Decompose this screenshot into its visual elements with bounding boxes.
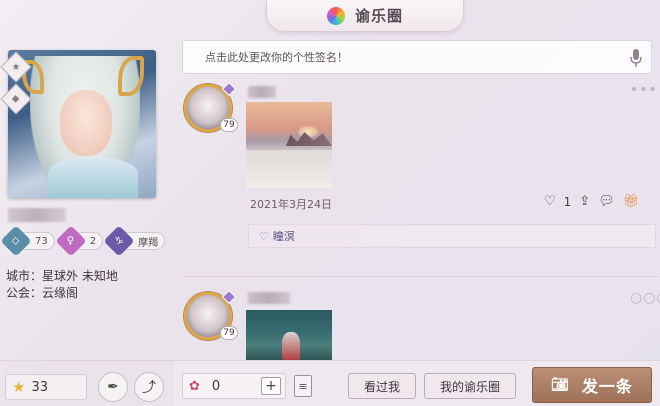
more-options-icon[interactable]: ○○○ — [630, 290, 660, 306]
flower-count: ✿ 0 + — [182, 373, 286, 399]
flower-count-value: 0 — [211, 378, 221, 394]
stat-badge-level[interactable]: ◇ 73 — [0, 225, 55, 257]
post-button-label: 发一条 — [581, 377, 633, 396]
edit-button[interactable]: ✒ — [98, 372, 128, 402]
star-count-value: 33 — [31, 379, 48, 395]
viewed-me-button[interactable]: 看过我 — [348, 373, 416, 399]
feather-pen-icon: ✒ — [107, 379, 119, 395]
author-name-blurred — [248, 292, 290, 304]
post-divider — [184, 276, 658, 277]
flower-icon: ✿ — [189, 378, 200, 394]
my-circle-button[interactable]: 我的谕乐圈 — [424, 373, 516, 399]
guild-value[interactable]: 云缘阁 — [42, 286, 78, 300]
guild-label: 公会： — [6, 286, 43, 300]
city-label: 城市： — [6, 269, 43, 283]
camera-icon: 📷︎ — [551, 377, 570, 393]
profile-footer: ★ 33 ✒ ⤴ — [0, 360, 174, 406]
stat-badge-gender[interactable]: ♀ 2 — [55, 225, 104, 257]
post-date: 2021年3月24日 — [250, 198, 332, 211]
add-flower-button[interactable]: + — [261, 377, 281, 395]
author-level: 79 — [220, 118, 238, 132]
post-image[interactable] — [246, 102, 332, 188]
author-level: 79 — [220, 326, 238, 340]
city-row: 城市：星球外 未知地 — [6, 268, 118, 285]
stat-badge-zodiac[interactable]: ♑ 摩羯 — [103, 225, 166, 257]
share-button[interactable]: ⤴ — [134, 372, 164, 402]
heart-icon[interactable]: ♡ — [544, 194, 556, 209]
pink-diamond-icon: ♀ — [55, 225, 87, 257]
gift-icon[interactable]: 🎁︎ — [623, 194, 640, 209]
feed-footer: ✿ 0 + ≡ 看过我 我的谕乐圈 📷︎ 发一条 — [174, 360, 660, 406]
city-value: 星球外 未知地 — [42, 269, 118, 283]
post-button[interactable]: 📷︎ 发一条 — [532, 367, 652, 403]
note-button[interactable]: ≡ — [294, 375, 312, 397]
more-options-icon[interactable]: ••• — [630, 82, 658, 98]
guild-row: 公会：云缘阁 — [6, 285, 118, 302]
heart-outline-icon: ♡ — [259, 229, 269, 243]
profile-info: 城市：星球外 未知地 公会：云缘阁 — [6, 268, 118, 302]
share-icon[interactable]: ⇪ — [579, 194, 590, 209]
profile-avatar[interactable] — [8, 50, 156, 198]
like-count: 1 — [563, 194, 572, 209]
post-actions: ♡ 1 ⇪ 💬︎ 🎁︎ — [544, 194, 639, 209]
author-name-blurred — [248, 86, 276, 98]
share-icon: ⤴ — [142, 380, 156, 396]
signature-placeholder: 点击此处更改你的个性签名！ — [205, 51, 348, 64]
purple-diamond-icon: ♑ — [103, 225, 135, 257]
username-blurred — [8, 208, 66, 222]
profile-stats: ◇ 73 ♀ 2 ♑ 摩羯 — [0, 225, 166, 257]
star-count[interactable]: ★ 33 — [5, 374, 87, 400]
liked-by-name[interactable]: 瞳溟 — [273, 228, 295, 244]
signature-input[interactable]: 点击此处更改你的个性签名！ — [182, 40, 652, 74]
note-icon: ≡ — [298, 379, 308, 393]
post-image[interactable] — [246, 310, 332, 360]
profile-panel: ★ ◆ ◇ 73 ♀ 2 ♑ 摩羯 城市：星球外 未知地 公会：云缘阁 ★ 33… — [0, 0, 174, 406]
star-icon: ★ — [12, 378, 26, 396]
comment-icon[interactable]: 💬︎ — [598, 194, 615, 209]
liked-by-row: ♡ 瞳溟 — [248, 224, 656, 248]
feed-panel: 点击此处更改你的个性签名！ 79 ••• 2021年3月24日 ♡ 1 ⇪ 💬︎… — [174, 0, 660, 406]
teal-diamond-icon: ◇ — [0, 225, 32, 257]
microphone-icon[interactable] — [629, 48, 643, 68]
